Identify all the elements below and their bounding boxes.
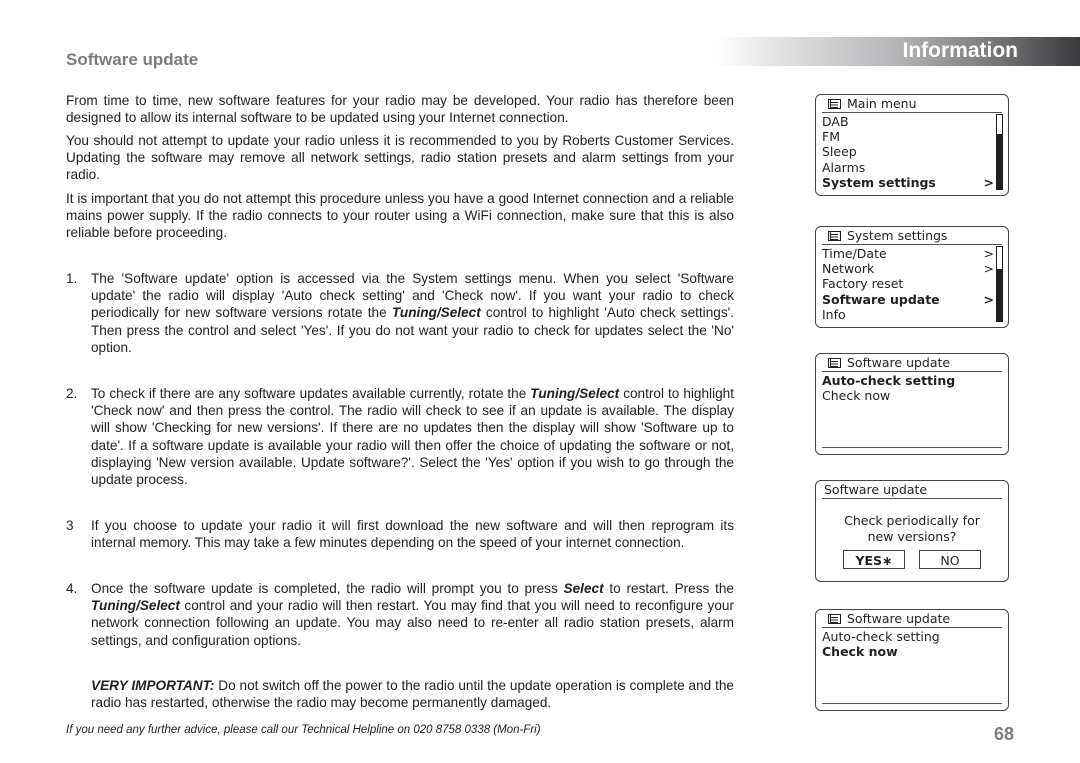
menu-item-factory-reset[interactable]: Factory reset	[822, 276, 994, 291]
scroll-thumb[interactable]	[997, 247, 1002, 270]
lcd-title: System settings	[822, 228, 1002, 245]
section-title: Software update	[66, 50, 199, 69]
lcd-main-menu: Main menu DAB FM Sleep Alarms System set…	[815, 94, 1009, 196]
scroll-thumb[interactable]	[997, 115, 1002, 134]
lcd-title: Main menu	[822, 96, 1002, 113]
menu-item-auto-check-setting[interactable]: Auto-check setting	[822, 629, 994, 644]
chevron-right-icon: >	[983, 174, 994, 190]
chevron-right-icon: >	[983, 291, 994, 307]
menu-list-icon	[828, 99, 841, 109]
step-number: 4.	[66, 581, 78, 596]
control-name: Tuning/Select	[530, 386, 620, 401]
chevron-right-icon: >	[983, 261, 994, 277]
menu-list-icon	[828, 358, 841, 368]
lcd-title: Software update	[822, 482, 1002, 499]
chevron-right-icon: >	[983, 246, 994, 261]
information-banner: Information	[715, 37, 1080, 66]
lcd-software-update-auto-check: Software update Auto-check setting Check…	[815, 353, 1009, 455]
yes-button[interactable]: YES∗	[843, 550, 905, 569]
scrollbar[interactable]	[996, 246, 1003, 322]
intro-paragraph-3: It is important that you do not attempt …	[66, 191, 734, 241]
lcd-menu-list: Time/Date > Network > Factory reset Softwa…	[822, 246, 994, 322]
scrollbar[interactable]	[996, 114, 1003, 190]
current-selection-marker-icon: ∗	[882, 553, 893, 568]
lcd-software-update-check-now: Software update Auto-check setting Check…	[815, 609, 1009, 711]
step-number: 2.	[66, 386, 78, 401]
warning-note: VERY IMPORTANT: Do not switch off the po…	[66, 677, 734, 711]
menu-item-time-date[interactable]: Time/Date >	[822, 246, 994, 261]
menu-item-network[interactable]: Network >	[822, 261, 994, 276]
step-2: 2. To check if there are any software up…	[66, 385, 734, 488]
intro-paragraph-2: You should not attempt to update your ra…	[66, 133, 734, 183]
menu-list-icon	[828, 231, 841, 241]
page-number: 68	[994, 724, 1015, 744]
lcd-menu-list: Auto-check setting Check now	[822, 629, 994, 659]
control-name: Tuning/Select	[91, 598, 180, 614]
step-text: The 'Software update' option is accessed…	[91, 271, 734, 355]
lcd-title: Software update	[822, 611, 1002, 628]
lcd-auto-check-prompt: Software update Check periodically for n…	[815, 480, 1009, 582]
lcd-menu-list: Auto-check setting Check now	[822, 373, 994, 403]
menu-item-sleep[interactable]: Sleep	[822, 144, 994, 159]
intro-paragraph-1: From time to time, new software features…	[66, 93, 734, 126]
step-1: 1. The 'Software update' option is acces…	[66, 270, 734, 356]
menu-item-alarms[interactable]: Alarms	[822, 160, 994, 175]
lcd-divider	[822, 703, 1002, 704]
menu-item-system-settings[interactable]: System settings >	[822, 175, 994, 190]
menu-item-software-update[interactable]: Software update >	[822, 292, 994, 307]
no-button[interactable]: NO	[919, 550, 981, 569]
menu-list-icon	[828, 614, 841, 624]
menu-item-auto-check-setting[interactable]: Auto-check setting	[822, 373, 994, 388]
lcd-system-settings: System settings Time/Date > Network > Fact…	[815, 226, 1009, 328]
menu-item-check-now[interactable]: Check now	[822, 388, 994, 403]
step-text: To check if there are any software updat…	[91, 386, 734, 488]
step-4: 4. Once the software update is completed…	[66, 580, 734, 649]
step-number: 3	[66, 518, 74, 533]
lcd-menu-list: DAB FM Sleep Alarms System settings >	[822, 114, 994, 190]
control-name: Tuning/Select	[391, 305, 481, 321]
menu-item-dab[interactable]: DAB	[822, 114, 994, 129]
menu-item-check-now[interactable]: Check now	[822, 644, 994, 659]
lcd-title: Software update	[822, 355, 1002, 372]
step-3: 3 If you choose to update your radio it …	[66, 517, 734, 551]
step-text: Once the software update is completed, t…	[91, 581, 734, 648]
warning-label: VERY IMPORTANT:	[91, 678, 215, 693]
step-number: 1.	[66, 271, 78, 286]
prompt-text: Check periodically for new versions?	[844, 513, 980, 544]
warning-text: VERY IMPORTANT: Do not switch off the po…	[91, 678, 734, 711]
banner-label: Information	[902, 39, 1019, 62]
menu-item-info[interactable]: Info	[822, 307, 994, 322]
helpline-note: If you need any further advice, please c…	[66, 724, 541, 736]
menu-item-fm[interactable]: FM	[822, 129, 994, 144]
step-text: If you choose to update your radio it wi…	[91, 518, 734, 551]
control-name: Select	[563, 581, 604, 596]
lcd-divider	[822, 447, 1002, 448]
